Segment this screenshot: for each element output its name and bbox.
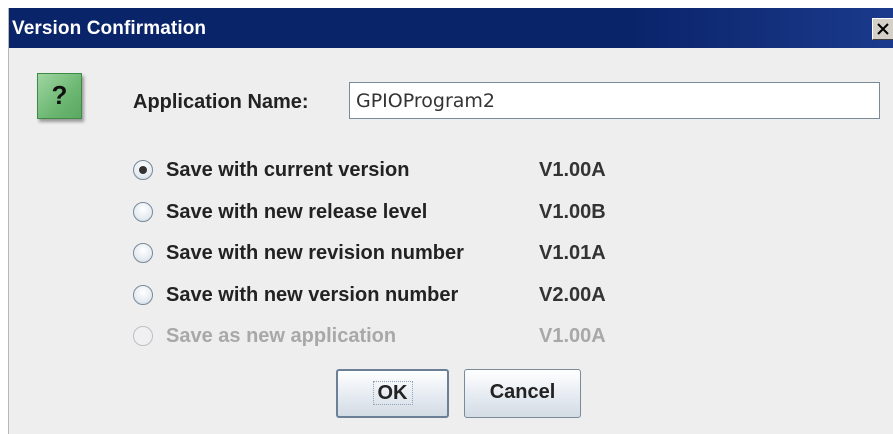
ok-button-label: OK	[372, 381, 413, 405]
option-version: V1.01A	[539, 242, 606, 264]
cancel-button-label: Cancel	[489, 381, 556, 403]
option-current-version[interactable]: Save with current version V1.00A	[133, 156, 653, 186]
version-confirmation-dialog: Version Confirmation ? Application Name:…	[8, 8, 893, 434]
option-new-version-number[interactable]: Save with new version number V2.00A	[133, 281, 653, 311]
close-icon	[877, 23, 889, 35]
option-version: V1.00A	[539, 325, 606, 347]
close-button[interactable]	[872, 18, 893, 40]
option-label[interactable]: Save with new release level	[166, 201, 427, 224]
option-version: V1.00B	[539, 201, 606, 223]
option-new-revision-number[interactable]: Save with new revision number V1.01A	[133, 239, 653, 269]
radio-new-revision-number[interactable]	[133, 243, 153, 263]
cancel-button[interactable]: Cancel	[464, 369, 581, 418]
radio-new-release-level[interactable]	[133, 202, 153, 222]
option-label: Save as new application	[166, 325, 397, 347]
option-save-as-new-application: Save as new application V1.00A	[133, 322, 653, 352]
option-label[interactable]: Save with new version number	[166, 284, 458, 307]
option-label[interactable]: Save with current version	[166, 159, 409, 182]
radio-new-version-number[interactable]	[133, 285, 153, 305]
radio-save-as-new-application	[133, 326, 153, 346]
ok-button[interactable]: OK	[336, 369, 449, 418]
question-mark-glyph: ?	[51, 80, 68, 110]
application-name-label: Application Name:	[133, 91, 309, 113]
application-name-input[interactable]	[349, 82, 880, 119]
option-label[interactable]: Save with new revision number	[166, 242, 464, 265]
radio-current-version[interactable]	[133, 160, 153, 180]
window-title: Version Confirmation	[12, 18, 207, 39]
question-mark-icon: ?	[37, 73, 82, 119]
title-bar[interactable]: Version Confirmation	[9, 8, 893, 48]
option-new-release-level[interactable]: Save with new release level V1.00B	[133, 198, 653, 228]
option-version: V1.00A	[539, 159, 606, 181]
option-version: V2.00A	[539, 284, 606, 306]
